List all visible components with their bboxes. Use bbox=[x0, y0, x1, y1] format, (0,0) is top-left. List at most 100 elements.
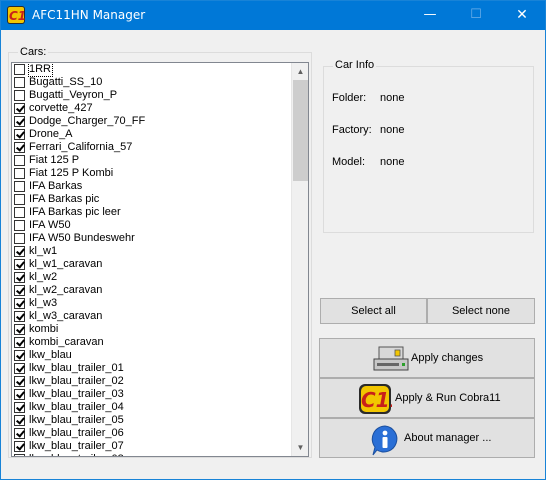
scroll-down-arrow-icon[interactable]: ▼ bbox=[292, 439, 308, 456]
apply-run-button[interactable]: C11 Apply & Run Cobra11 bbox=[319, 378, 535, 418]
car-checkbox[interactable] bbox=[14, 168, 25, 179]
folder-label: Folder: bbox=[332, 92, 367, 104]
car-checkbox[interactable] bbox=[14, 337, 25, 348]
car-checkbox[interactable] bbox=[14, 77, 25, 88]
car-checkbox[interactable] bbox=[14, 415, 25, 426]
car-list-item[interactable]: lkw_blau bbox=[12, 349, 293, 362]
car-list-item[interactable]: Ferrari_California_57 bbox=[12, 141, 293, 154]
car-checkbox[interactable] bbox=[14, 103, 25, 114]
car-list-item[interactable]: lkw_blau_trailer_05 bbox=[12, 414, 293, 427]
car-list-item[interactable]: IFA Barkas pic leer bbox=[12, 206, 293, 219]
car-checkbox[interactable] bbox=[14, 90, 25, 101]
car-checkbox[interactable] bbox=[14, 194, 25, 205]
car-checkbox[interactable] bbox=[14, 220, 25, 231]
car-list-item[interactable]: IFA W50 bbox=[12, 219, 293, 232]
car-list-item[interactable]: lkw_blau_trailer_02 bbox=[12, 375, 293, 388]
car-info-label: Car Info bbox=[333, 59, 377, 71]
apply-changes-button[interactable]: Apply changes bbox=[319, 338, 535, 378]
car-checkbox[interactable] bbox=[14, 402, 25, 413]
car-checkbox[interactable] bbox=[14, 376, 25, 387]
car-checkbox[interactable] bbox=[14, 246, 25, 257]
car-list-item[interactable]: IFA W50 Bundeswehr bbox=[12, 232, 293, 245]
car-list-item[interactable]: Fiat 125 P bbox=[12, 154, 293, 167]
car-name: Bugatti_SS_10 bbox=[29, 76, 103, 88]
car-list-item[interactable]: kl_w3 bbox=[12, 297, 293, 310]
cars-checklist[interactable]: 1RR Bugatti_SS_10 Bugatti_Veyron_P corvette… bbox=[11, 62, 309, 457]
car-list-item[interactable]: Bugatti_Veyron_P bbox=[12, 89, 293, 102]
car-list-item[interactable]: Dodge_Charger_70_FF bbox=[12, 115, 293, 128]
scroll-thumb[interactable] bbox=[293, 80, 308, 181]
cars-list-items: 1RR Bugatti_SS_10 Bugatti_Veyron_P corvette… bbox=[12, 63, 293, 456]
folder-value: none bbox=[380, 92, 405, 104]
car-list-item[interactable]: kl_w1_caravan bbox=[12, 258, 293, 271]
car-list-item[interactable]: IFA Barkas pic bbox=[12, 193, 293, 206]
app-window: C11 AFC11HN Manager — ☐ ✕ Cars: 1RRBugat… bbox=[0, 0, 546, 480]
cobra11-logo-icon: C11 bbox=[359, 384, 392, 414]
car-checkbox[interactable] bbox=[14, 233, 25, 244]
car-list-item[interactable]: kl_w2_caravan bbox=[12, 284, 293, 297]
select-all-button[interactable]: Select all bbox=[320, 298, 427, 324]
car-name: corvette_427 bbox=[29, 102, 93, 114]
maximize-button[interactable]: ☐ bbox=[453, 1, 499, 30]
car-checkbox[interactable] bbox=[14, 454, 25, 456]
car-checkbox[interactable] bbox=[14, 298, 25, 309]
close-button[interactable]: ✕ bbox=[499, 1, 545, 30]
car-list-item[interactable]: kl_w1 bbox=[12, 245, 293, 258]
about-button[interactable]: About manager ... bbox=[319, 418, 535, 458]
car-list-item[interactable]: lkw_blau_trailer_06 bbox=[12, 427, 293, 440]
car-checkbox[interactable] bbox=[14, 64, 25, 75]
car-checkbox[interactable] bbox=[14, 389, 25, 400]
car-name: IFA W50 Bundeswehr bbox=[29, 232, 135, 244]
car-name: lkw_blau_trailer_07 bbox=[29, 440, 124, 452]
car-list-item[interactable]: lkw_blau_trailer_01 bbox=[12, 362, 293, 375]
car-list-item[interactable]: IFA Barkas bbox=[12, 180, 293, 193]
car-checkbox[interactable] bbox=[14, 285, 25, 296]
car-list-item[interactable]: 1RR bbox=[12, 63, 293, 77]
car-checkbox[interactable] bbox=[14, 155, 25, 166]
scroll-up-arrow-icon[interactable]: ▲ bbox=[292, 63, 308, 80]
car-list-item[interactable]: kl_w2 bbox=[12, 271, 293, 284]
car-name: IFA W50 bbox=[29, 219, 71, 231]
car-name: kl_w2_caravan bbox=[29, 284, 103, 296]
car-name: lkw_blau_trailer_05 bbox=[29, 414, 124, 426]
select-none-button[interactable]: Select none bbox=[427, 298, 535, 324]
car-checkbox[interactable] bbox=[14, 311, 25, 322]
svg-text:C11: C11 bbox=[361, 388, 392, 412]
car-checkbox[interactable] bbox=[14, 259, 25, 270]
car-name: lkw_blau_trailer_03 bbox=[29, 388, 124, 400]
model-value: none bbox=[380, 156, 405, 168]
car-list-item[interactable]: lkw_blau_trailer_03 bbox=[12, 388, 293, 401]
car-checkbox[interactable] bbox=[14, 181, 25, 192]
car-list-item[interactable]: Bugatti_SS_10 bbox=[12, 76, 293, 89]
car-checkbox[interactable] bbox=[14, 272, 25, 283]
car-list-item[interactable]: lkw_blau_trailer_04 bbox=[12, 401, 293, 414]
car-checkbox[interactable] bbox=[14, 363, 25, 374]
car-name: kl_w2 bbox=[29, 271, 58, 283]
car-checkbox[interactable] bbox=[14, 324, 25, 335]
car-name: IFA Barkas pic leer bbox=[29, 206, 121, 218]
car-checkbox[interactable] bbox=[14, 207, 25, 218]
factory-label: Factory: bbox=[332, 124, 372, 136]
car-list-item[interactable]: lkw_blau_trailer_07 bbox=[12, 440, 293, 453]
car-list-item[interactable]: lkw_blau_trailer_08 bbox=[12, 453, 293, 456]
car-list-item[interactable]: Fiat 125 P Kombi bbox=[12, 167, 293, 180]
car-checkbox[interactable] bbox=[14, 350, 25, 361]
car-checkbox[interactable] bbox=[14, 441, 25, 452]
car-checkbox[interactable] bbox=[14, 129, 25, 140]
car-list-item[interactable]: Drone_A bbox=[12, 128, 293, 141]
car-checkbox[interactable] bbox=[14, 428, 25, 439]
apply-run-label: Apply & Run Cobra11 bbox=[395, 392, 501, 404]
minimize-button[interactable]: — bbox=[407, 1, 453, 30]
cars-scrollbar[interactable]: ▲ ▼ bbox=[291, 63, 308, 456]
car-list-item[interactable]: kombi_caravan bbox=[12, 336, 293, 349]
car-list-item[interactable]: kl_w3_caravan bbox=[12, 310, 293, 323]
car-checkbox[interactable] bbox=[14, 116, 25, 127]
car-name: lkw_blau_trailer_04 bbox=[29, 401, 124, 413]
car-checkbox[interactable] bbox=[14, 142, 25, 153]
about-label: About manager ... bbox=[404, 432, 492, 444]
car-name: Fiat 125 P bbox=[29, 154, 80, 166]
title-bar[interactable]: C11 AFC11HN Manager — ☐ ✕ bbox=[1, 1, 545, 30]
car-list-item[interactable]: kombi bbox=[12, 323, 293, 336]
car-list-item[interactable]: corvette_427 bbox=[12, 102, 293, 115]
car-name: Dodge_Charger_70_FF bbox=[29, 115, 146, 127]
